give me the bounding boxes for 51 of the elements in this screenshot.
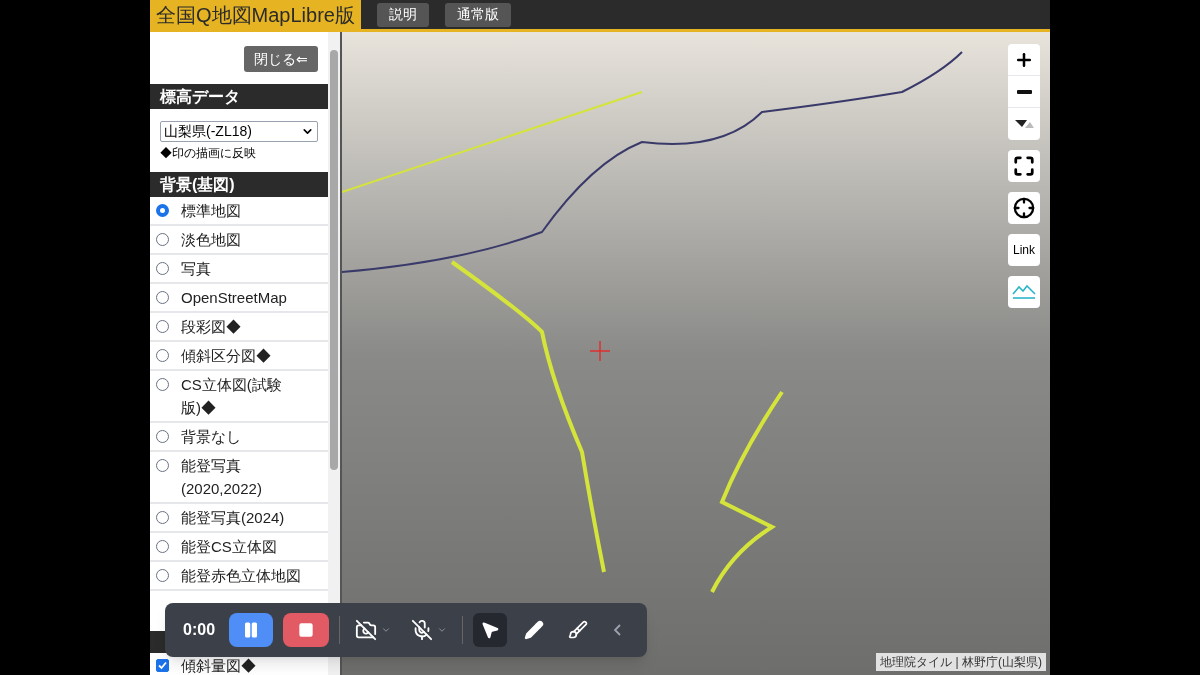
header-button[interactable]: 通常版	[444, 2, 511, 27]
scrollbar[interactable]	[328, 32, 340, 675]
compass-icon	[1014, 118, 1034, 130]
locate-icon	[1013, 197, 1035, 219]
option-label: CS立体図(試験版)◆	[181, 375, 283, 418]
option-label: 能登CS立体図	[181, 537, 278, 557]
option-label: OpenStreetMap	[181, 288, 288, 308]
caret-icon	[437, 625, 448, 635]
mountain-icon	[1012, 284, 1036, 300]
option-label: 背景なし	[181, 427, 242, 447]
chevron-left-icon	[613, 624, 621, 636]
app-title: 全国Q地図MapLibre版	[150, 0, 361, 29]
compass-button[interactable]	[1008, 108, 1040, 140]
camera-off-icon	[355, 619, 378, 641]
close-sidebar-button[interactable]: 閉じる⇐	[244, 46, 318, 72]
caret-icon	[381, 625, 392, 635]
radio-button[interactable]	[156, 204, 169, 217]
option-label: 写真	[181, 259, 212, 279]
elevation-select[interactable]: 山梨県(-ZL18)	[160, 121, 318, 142]
pause-button[interactable]	[229, 613, 274, 647]
option-label: 能登赤色立体地図	[181, 566, 302, 586]
locate-button[interactable]	[1008, 192, 1040, 224]
attribution-text: 地理院タイル | 林野庁(山梨県)	[876, 653, 1046, 671]
option-label: 傾斜区分図◆	[181, 346, 272, 366]
fullscreen-icon	[1013, 155, 1035, 177]
option-label: 標準地図	[181, 201, 242, 221]
header-button[interactable]: 説明	[376, 2, 429, 27]
note-text: ◆印の描画に反映	[160, 145, 257, 162]
fullscreen-button[interactable]	[1008, 150, 1040, 182]
crosshair-icon	[590, 341, 610, 361]
minus-icon	[1016, 89, 1032, 94]
zoom-in-button[interactable]	[1008, 44, 1040, 76]
stop-icon	[298, 622, 315, 638]
pointer-button[interactable]	[473, 613, 508, 647]
link-button[interactable]: Link	[1008, 234, 1040, 266]
option-label: 能登写真(2020,2022)	[181, 456, 263, 499]
checkbox[interactable]	[156, 659, 169, 672]
section-heading: 標高データ	[150, 84, 328, 109]
pointer-icon	[480, 620, 501, 640]
section-heading: 背景(基図)	[150, 172, 328, 197]
recording-time: 0:00	[183, 620, 216, 640]
option-label: 段彩図◆	[181, 317, 242, 337]
option-label: 能登写真(2024)	[181, 508, 286, 528]
mic-off-icon	[411, 619, 434, 641]
checkmark-icon	[158, 661, 167, 670]
option-label: 淡色地図	[181, 230, 242, 250]
stop-button[interactable]	[283, 613, 330, 647]
terrain-button[interactable]	[1008, 276, 1040, 308]
pencil-icon	[524, 620, 545, 640]
zoom-out-button[interactable]	[1008, 76, 1040, 108]
option-label: 傾斜量図◆	[181, 658, 256, 673]
